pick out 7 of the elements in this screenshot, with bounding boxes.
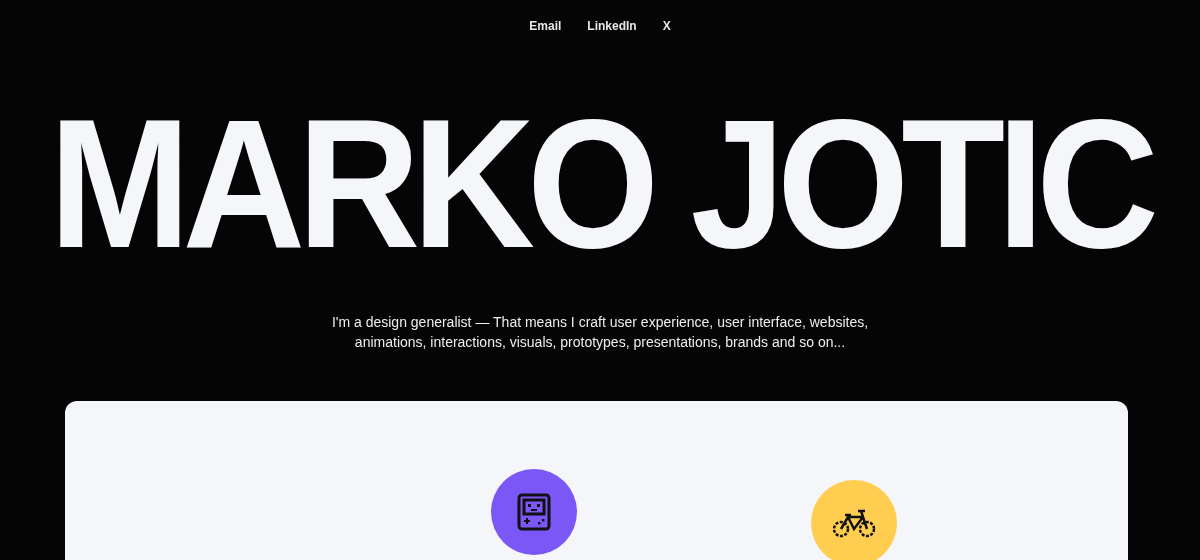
hero-title: MARKO JOTIC: [48, 91, 1153, 275]
nav-link[interactable]: LinkedIn: [587, 19, 637, 30]
bicycle-icon: [831, 507, 877, 539]
nav-link[interactable]: X: [662, 19, 671, 30]
intro-text: I'm a design generalist — That means I craft user experience, user interface, websites, animations, interactions, visuals, prototypes, presentations, brands and so on...: [330, 313, 870, 352]
handheld-console-icon: [516, 492, 552, 532]
nav-link[interactable]: Email: [529, 19, 562, 30]
